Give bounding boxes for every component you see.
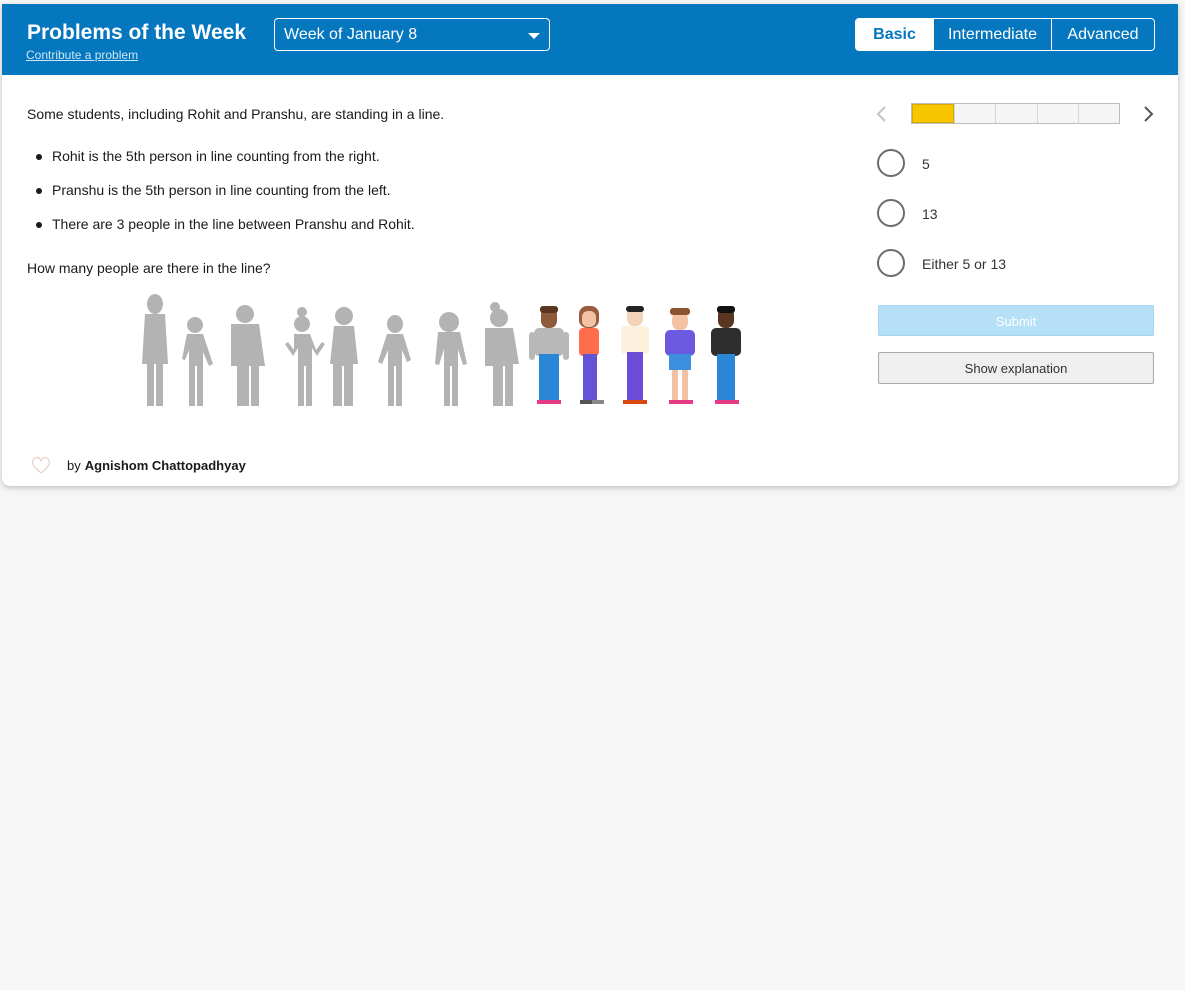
person-figure-3 bbox=[621, 306, 649, 404]
submit-button[interactable]: Submit bbox=[878, 305, 1154, 336]
week-select[interactable]: Week of January 8 bbox=[274, 18, 550, 51]
contribute-link[interactable]: Contribute a problem bbox=[26, 48, 138, 62]
heart-logo-icon bbox=[32, 457, 50, 474]
silhouette-person bbox=[142, 294, 168, 406]
silhouette-person bbox=[330, 307, 358, 406]
person-figure-2 bbox=[579, 306, 604, 404]
chevron-left-icon[interactable] bbox=[874, 104, 890, 124]
difficulty-tabs: Basic Intermediate Advanced bbox=[855, 18, 1155, 51]
person-figure-4 bbox=[665, 308, 695, 404]
person-figure-1 bbox=[529, 306, 569, 404]
answer-option-13[interactable]: 13 bbox=[877, 199, 1147, 249]
author-credit: by Agnishom Chattopadhyay bbox=[28, 453, 246, 477]
silhouette-person bbox=[485, 302, 519, 406]
silhouette-person bbox=[378, 315, 411, 406]
answer-options: 5 13 Either 5 or 13 bbox=[877, 149, 1147, 299]
silhouette-person bbox=[182, 317, 213, 406]
option-label: 13 bbox=[922, 206, 938, 222]
author-by-label: by bbox=[67, 457, 81, 473]
progress-segment[interactable] bbox=[912, 104, 955, 123]
caret-down-icon bbox=[528, 33, 540, 39]
option-label: Either 5 or 13 bbox=[922, 256, 1007, 272]
page-title: Problems of the Week bbox=[27, 21, 247, 44]
radio-button[interactable] bbox=[877, 249, 905, 277]
people-line-illustration bbox=[142, 294, 741, 406]
silhouette-person bbox=[231, 305, 265, 406]
facts-list: Rohit is the 5th person in line counting… bbox=[36, 148, 415, 250]
answer-option-either[interactable]: Either 5 or 13 bbox=[877, 249, 1147, 299]
author-name[interactable]: Agnishom Chattopadhyay bbox=[85, 458, 246, 473]
option-label: 5 bbox=[922, 156, 930, 172]
progress-segment[interactable] bbox=[995, 104, 1036, 123]
radio-button[interactable] bbox=[877, 149, 905, 177]
progress-segment[interactable] bbox=[1036, 104, 1078, 123]
tab-intermediate[interactable]: Intermediate bbox=[933, 19, 1051, 50]
tab-basic[interactable]: Basic bbox=[856, 19, 933, 50]
problem-intro: Some students, including Rohit and Prans… bbox=[27, 106, 445, 122]
progress-bar bbox=[911, 103, 1120, 124]
show-explanation-button[interactable]: Show explanation bbox=[878, 352, 1154, 384]
list-item: Rohit is the 5th person in line counting… bbox=[36, 148, 415, 182]
week-select-value: Week of January 8 bbox=[284, 26, 418, 43]
radio-button[interactable] bbox=[877, 199, 905, 227]
tab-advanced[interactable]: Advanced bbox=[1051, 19, 1154, 50]
problem-question: How many people are there in the line? bbox=[27, 260, 271, 276]
person-figure-5 bbox=[711, 306, 741, 404]
progress-segment[interactable] bbox=[954, 104, 995, 123]
header-bar: Problems of the Week Contribute a proble… bbox=[2, 4, 1178, 75]
silhouette-person bbox=[285, 307, 325, 406]
progress-segment[interactable] bbox=[1077, 104, 1119, 123]
list-item: Pranshu is the 5th person in line counti… bbox=[36, 182, 415, 216]
problem-card: Problems of the Week Contribute a proble… bbox=[2, 4, 1178, 486]
chevron-right-icon[interactable] bbox=[1140, 104, 1156, 124]
list-item: There are 3 people in the line between P… bbox=[36, 216, 415, 250]
answer-option-5[interactable]: 5 bbox=[877, 149, 1147, 199]
silhouette-person bbox=[435, 312, 467, 406]
